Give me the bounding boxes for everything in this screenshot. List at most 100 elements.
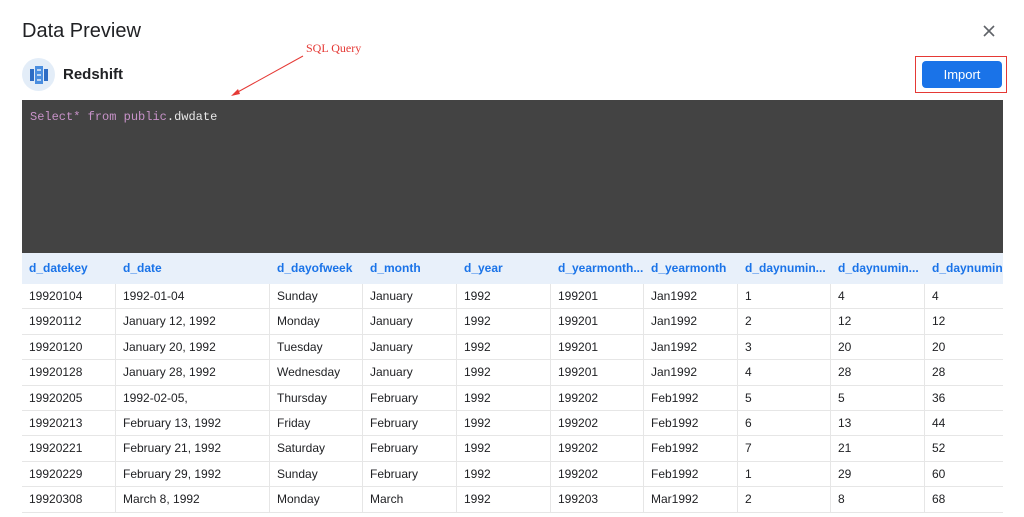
sql-query-annotation: SQL Query bbox=[306, 41, 362, 55]
sql-table: dwdate bbox=[174, 110, 218, 124]
table-cell: January 12, 1992 bbox=[116, 309, 270, 335]
table-cell: March 8, 1992 bbox=[116, 487, 270, 513]
source-name: Redshift bbox=[63, 66, 123, 83]
table-cell: February 13, 1992 bbox=[116, 411, 270, 437]
table-cell: 1992-01-04 bbox=[116, 284, 270, 310]
table-row: 19920213 February 13, 1992 Friday February 1… bbox=[22, 411, 1003, 437]
import-button[interactable]: Import bbox=[922, 61, 1002, 88]
table-cell: 199201 bbox=[551, 360, 644, 386]
column-header[interactable]: d_daynumin... bbox=[738, 253, 831, 284]
table-row: 19920112 January 12, 1992 Monday January 199… bbox=[22, 309, 1003, 335]
sql-dot: . bbox=[166, 110, 175, 124]
sql-star: * bbox=[73, 110, 81, 124]
table-cell: 68 bbox=[925, 487, 1003, 513]
column-header[interactable]: d_datekey bbox=[22, 253, 116, 284]
table-cell: 199202 bbox=[551, 411, 644, 437]
table-cell: 19920128 bbox=[22, 360, 116, 386]
table-cell: Sunday bbox=[270, 284, 363, 310]
column-header[interactable]: d_month bbox=[363, 253, 457, 284]
table-cell: 29 bbox=[831, 461, 925, 488]
table-row: 19920128 January 28, 1992 Wednesday January… bbox=[22, 360, 1003, 386]
table-cell: Friday bbox=[270, 411, 363, 437]
table-cell: 7 bbox=[738, 436, 831, 462]
table-cell: Sunday bbox=[270, 461, 363, 488]
table-cell: 19920112 bbox=[22, 309, 116, 335]
table-cell: 2 bbox=[738, 487, 831, 513]
table-cell: 199201 bbox=[551, 334, 644, 361]
table-cell: 199201 bbox=[551, 284, 644, 310]
table-cell: 4 bbox=[831, 284, 925, 310]
column-header[interactable]: d_daynumin... bbox=[831, 253, 925, 284]
table-cell: Jan1992 bbox=[644, 334, 738, 361]
table-cell: 13 bbox=[831, 411, 925, 437]
table-cell: 1992 bbox=[457, 385, 551, 411]
table-cell: Thursday bbox=[270, 385, 363, 411]
column-header[interactable]: d_date bbox=[116, 253, 270, 284]
sql-keyword-select: Select bbox=[30, 110, 74, 124]
sql-editor[interactable]: Select* from public.dwdate bbox=[22, 100, 1003, 253]
table-cell: 1992 bbox=[457, 309, 551, 335]
table-cell: February 29, 1992 bbox=[116, 461, 270, 488]
table-cell: 19920229 bbox=[22, 461, 116, 488]
column-header[interactable]: d_year bbox=[457, 253, 551, 284]
table-cell: 5 bbox=[738, 385, 831, 411]
table-cell: 199203 bbox=[551, 487, 644, 513]
table-cell: March bbox=[363, 487, 457, 513]
column-header[interactable]: d_yearmonth... bbox=[551, 253, 644, 284]
table-cell: February 21, 1992 bbox=[116, 436, 270, 462]
table-cell: 1992 bbox=[457, 411, 551, 437]
column-header[interactable]: d_yearmonth bbox=[644, 253, 738, 284]
table-cell: 12 bbox=[831, 309, 925, 335]
table-cell: 19920120 bbox=[22, 334, 116, 361]
table-cell: 19920308 bbox=[22, 487, 116, 513]
dialog-title: Data Preview bbox=[22, 20, 141, 42]
table-row: 19920229 February 29, 1992 Sunday February 1… bbox=[22, 461, 1003, 488]
table-row: 19920221 February 21, 1992 Saturday Februar… bbox=[22, 436, 1003, 462]
table-cell: 199202 bbox=[551, 385, 644, 411]
table-cell: Jan1992 bbox=[644, 284, 738, 310]
data-preview-dialog: Data Preview Redshift SQL Query Import S… bbox=[0, 0, 1024, 517]
table-cell: 19920221 bbox=[22, 436, 116, 462]
table-cell: 1992 bbox=[457, 461, 551, 488]
table-cell: January bbox=[363, 360, 457, 386]
table-cell: Mar1992 bbox=[644, 487, 738, 513]
table-cell: 1992 bbox=[457, 284, 551, 310]
table-cell: Feb1992 bbox=[644, 385, 738, 411]
table-cell: 28 bbox=[831, 360, 925, 386]
table-cell: 28 bbox=[925, 360, 1003, 386]
database-icon bbox=[22, 58, 55, 91]
table-cell: 12 bbox=[925, 309, 1003, 335]
table-cell: 1 bbox=[738, 284, 831, 310]
column-header[interactable]: d_daynumin... bbox=[925, 253, 1003, 284]
table-cell: January 28, 1992 bbox=[116, 360, 270, 386]
table-cell: 19920213 bbox=[22, 411, 116, 437]
table-cell: 3 bbox=[738, 334, 831, 361]
table-cell: 199201 bbox=[551, 309, 644, 335]
data-grid: d_datekey d_date d_dayofweek d_month d_year d… bbox=[22, 253, 1003, 517]
table-row: 19920104 1992-01-04 Sunday January 1992 19920… bbox=[22, 284, 1003, 310]
close-icon[interactable] bbox=[980, 22, 998, 40]
table-cell: 36 bbox=[925, 386, 1003, 411]
table-cell: 199202 bbox=[551, 461, 644, 488]
table-cell: February bbox=[363, 461, 457, 488]
table-cell: January bbox=[363, 309, 457, 335]
table-cell: 1 bbox=[738, 461, 831, 488]
table-cell: 52 bbox=[925, 436, 1003, 462]
table-cell: 1992-02-05, bbox=[116, 385, 270, 411]
table-cell: 60 bbox=[925, 462, 1003, 488]
table-cell: 1992 bbox=[457, 487, 551, 513]
table-cell: 20 bbox=[831, 334, 925, 361]
table-cell: 199202 bbox=[551, 436, 644, 462]
table-cell: February bbox=[363, 411, 457, 437]
column-header[interactable]: d_dayofweek bbox=[270, 253, 363, 284]
table-cell: Feb1992 bbox=[644, 461, 738, 488]
table-cell: February bbox=[363, 436, 457, 462]
table-cell: Monday bbox=[270, 487, 363, 513]
table-cell: 20 bbox=[925, 335, 1003, 361]
table-cell: 19920205 bbox=[22, 385, 116, 411]
table-cell: Monday bbox=[270, 309, 363, 335]
table-cell: January bbox=[363, 334, 457, 361]
table-cell: February bbox=[363, 385, 457, 411]
table-cell: Jan1992 bbox=[644, 309, 738, 335]
sql-schema: public bbox=[123, 110, 167, 124]
